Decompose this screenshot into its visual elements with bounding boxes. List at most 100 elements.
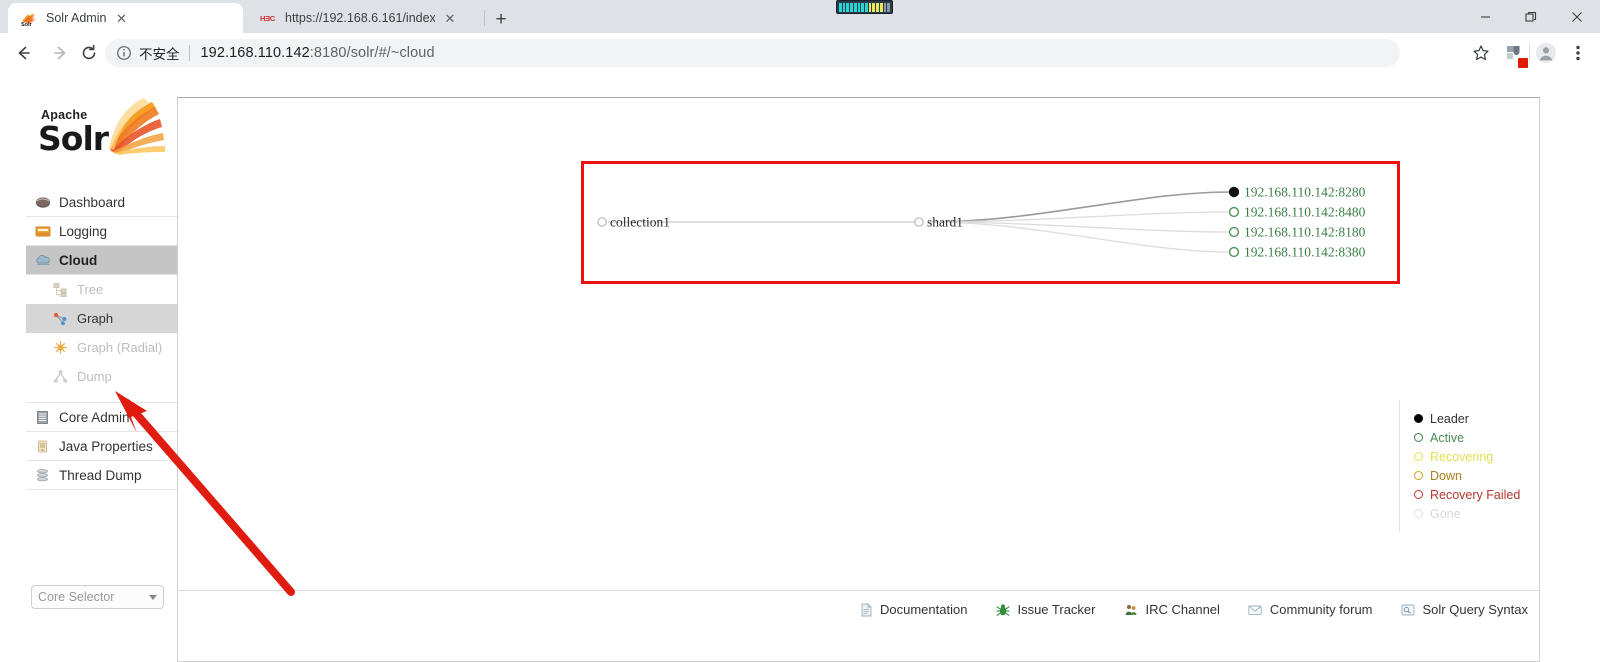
window-minimize-button[interactable] — [1462, 0, 1508, 33]
cloud-graph[interactable]: collection1 shard1 192.168.110.142:8280 … — [178, 98, 1541, 558]
new-tab-button[interactable]: + — [487, 5, 515, 33]
chat-icon — [1123, 602, 1138, 617]
legend-label: Leader — [1430, 411, 1469, 426]
legend-marker-gone — [1414, 509, 1423, 518]
graph-node-replica-2[interactable]: 192.168.110.142:8180 — [1228, 225, 1366, 240]
tab-close-0[interactable]: ✕ — [112, 9, 130, 27]
legend-label: Gone — [1430, 506, 1461, 521]
cloud-icon — [34, 252, 51, 269]
logging-icon — [34, 223, 51, 240]
url-text: 192.168.110.142:8180/solr/#/~cloud — [201, 45, 435, 61]
graph-node-replica-1[interactable]: 192.168.110.142:8480 — [1228, 205, 1366, 220]
hec-favicon-icon: HƎC — [259, 10, 276, 27]
footer-link-label: Documentation — [880, 602, 968, 617]
sidebar-item-label: Dump — [77, 369, 112, 384]
toolbar-right-icons — [1465, 33, 1594, 72]
tree-icon — [52, 281, 69, 298]
collection-node-label: collection1 — [610, 215, 670, 230]
footer-link-label: Solr Query Syntax — [1422, 602, 1529, 617]
reload-icon[interactable] — [74, 38, 104, 68]
window-restore-button[interactable] — [1508, 0, 1554, 33]
security-status-text: 不安全 — [139, 47, 180, 62]
collection-node-marker — [597, 217, 607, 227]
graph-node-shard[interactable]: shard1 — [914, 215, 963, 230]
browser-toolbar: 不安全 192.168.110.142:8180/solr/#/~cloud — [0, 33, 1600, 72]
sidebar-item-graph-radial[interactable]: Graph (Radial) — [26, 333, 177, 362]
footer-links: Documentation Issue Tracker IRC Channel … — [858, 602, 1528, 617]
replica-node-marker-active — [1228, 206, 1240, 218]
sidebar-item-dashboard[interactable]: Dashboard — [26, 188, 177, 217]
tab-close-1[interactable]: ✕ — [441, 9, 459, 27]
sidebar-item-cloud[interactable]: Cloud — [26, 246, 177, 275]
legend-label: Recovery Failed — [1430, 487, 1521, 502]
omnibox-divider — [188, 45, 190, 61]
footer-link-community-forum[interactable]: Community forum — [1248, 602, 1373, 617]
url-host: 192.168.110.142 — [200, 45, 310, 61]
legend-label: Recovering — [1430, 449, 1494, 464]
sidebar-item-thread-dump[interactable]: Thread Dump — [26, 461, 177, 490]
graph-node-replica-3[interactable]: 192.168.110.142:8380 — [1228, 245, 1366, 260]
extension-icon[interactable] — [1497, 37, 1529, 69]
avatar-icon[interactable] — [1530, 37, 1562, 69]
back-arrow-icon[interactable] — [8, 38, 38, 68]
footer-link-issue-tracker[interactable]: Issue Tracker — [995, 602, 1095, 617]
legend-marker-leader — [1414, 414, 1423, 423]
footer-link-label: Issue Tracker — [1017, 602, 1096, 617]
cloud-graph-panel: collection1 shard1 192.168.110.142:8280 … — [177, 97, 1540, 662]
legend-marker-recovery-failed — [1414, 490, 1423, 499]
three-dot-menu-icon[interactable] — [1562, 37, 1594, 69]
core-selector-label: Core Selector — [38, 590, 115, 604]
shard-node-marker — [914, 217, 924, 227]
footer-link-solr-query-syntax[interactable]: Solr Query Syntax — [1401, 602, 1529, 617]
solr-favicon-icon: Solr — [20, 10, 37, 27]
url-path: :8180/solr/#/~cloud — [309, 45, 435, 61]
replica-node-label: 192.168.110.142:8380 — [1244, 245, 1366, 260]
sidebar-item-label: Core Admin — [59, 409, 130, 425]
sidebar-item-logging[interactable]: Logging — [26, 217, 177, 246]
info-circle-icon[interactable] — [116, 45, 132, 61]
legend-marker-active — [1414, 433, 1423, 442]
core-selector-dropdown[interactable]: Core Selector — [31, 585, 164, 609]
mail-icon — [1248, 602, 1263, 617]
sidebar-item-label: Cloud — [59, 252, 98, 268]
browser-tab-1[interactable]: HƎC https://192.168.6.161/index.ph ✕ — [247, 3, 482, 33]
solr-logo[interactable]: Apache Solr — [38, 98, 168, 162]
dump-icon — [52, 368, 69, 385]
window-close-button[interactable] — [1554, 0, 1600, 33]
footer-link-label: Community forum — [1269, 602, 1373, 617]
graph-node-replica-0[interactable]: 192.168.110.142:8280 — [1228, 185, 1366, 200]
replica-node-marker-active — [1228, 226, 1240, 238]
star-icon[interactable] — [1465, 37, 1497, 69]
sidebar-item-dump[interactable]: Dump — [26, 362, 177, 391]
tab-separator — [484, 10, 485, 26]
tab-strip: Solr Solr Admin ✕ HƎC https://192.168.6.… — [0, 0, 1600, 33]
solr-admin-page: Apache Solr Dashboard Logging Cloud Tree… — [0, 72, 1600, 662]
sidebar-item-java-properties[interactable]: Java Properties — [26, 432, 177, 461]
footer-link-label: IRC Channel — [1145, 602, 1220, 617]
legend-item-active: Active — [1414, 428, 1527, 447]
sidebar-item-graph[interactable]: Graph — [26, 304, 177, 333]
solr-sunburst-icon — [109, 98, 165, 155]
chevron-down-icon — [149, 594, 157, 600]
legend-item-recovering: Recovering — [1414, 447, 1527, 466]
java-properties-icon — [34, 438, 51, 455]
sidebar-item-label: Logging — [59, 223, 108, 239]
bug-icon — [995, 602, 1010, 617]
sidebar-item-label: Graph — [77, 311, 114, 326]
sidebar-item-tree[interactable]: Tree — [26, 275, 177, 304]
new-tab-label: + — [495, 8, 507, 30]
footer-link-documentation[interactable]: Documentation — [858, 602, 967, 617]
replica-node-label: 192.168.110.142:8180 — [1244, 225, 1366, 240]
query-icon — [1401, 602, 1416, 617]
browser-tab-0[interactable]: Solr Solr Admin ✕ — [8, 3, 243, 33]
footer-link-irc-channel[interactable]: IRC Channel — [1123, 602, 1220, 617]
sidebar-item-label: Dashboard — [59, 194, 126, 210]
sidebar-item-label: Thread Dump — [59, 467, 142, 483]
forward-arrow-icon[interactable] — [45, 38, 75, 68]
replica-node-marker-active — [1228, 246, 1240, 258]
address-bar[interactable]: 不安全 192.168.110.142:8180/solr/#/~cloud — [105, 39, 1400, 67]
sidebar-item-core-admin[interactable]: Core Admin — [26, 403, 177, 432]
browser-chrome: Solr Solr Admin ✕ HƎC https://192.168.6.… — [0, 0, 1600, 72]
legend-item-recovery-failed: Recovery Failed — [1414, 485, 1527, 504]
sidebar-item-label: Java Properties — [59, 438, 153, 454]
